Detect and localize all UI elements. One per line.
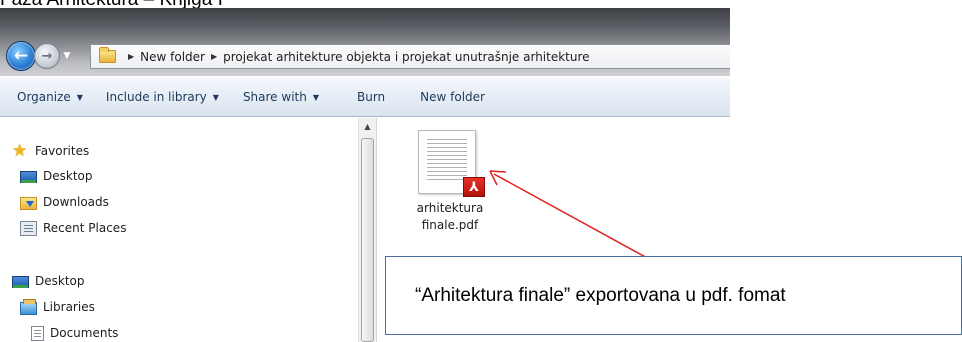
nav-favorites-label: Favorites <box>35 144 90 158</box>
scroll-thumb[interactable] <box>361 138 374 342</box>
recent-pages-dropdown[interactable]: ▼ <box>60 49 74 63</box>
breadcrumb-arrow-icon[interactable]: ▶ <box>211 52 217 61</box>
document-preview-lines <box>427 139 467 183</box>
nav-desktop-label: Desktop <box>35 274 85 288</box>
forward-arrow-icon: → <box>41 48 53 64</box>
include-in-library-button[interactable]: Include in library ▼ <box>106 90 219 104</box>
star-icon: ★ <box>12 140 28 161</box>
libraries-icon <box>20 298 37 315</box>
nav-desktop[interactable]: Desktop <box>12 272 85 290</box>
file-name-line2: finale.pdf <box>421 218 479 232</box>
downloads-icon <box>20 196 37 210</box>
annotation-callout: “Arhitektura finale” exportovana u pdf. … <box>385 256 962 335</box>
nav-downloads-label: Downloads <box>43 195 109 209</box>
include-in-library-label: Include in library <box>105 90 207 104</box>
breadcrumb-new-folder[interactable]: New folder <box>140 50 205 64</box>
desktop-icon <box>12 275 29 288</box>
organize-label: Organize <box>17 90 71 104</box>
breadcrumb-arrow-icon[interactable]: ▶ <box>128 52 134 61</box>
organize-button[interactable]: Organize ▼ <box>17 90 83 104</box>
nav-recent-places[interactable]: Recent Places <box>20 219 126 237</box>
navigation-pane: ★ Favorites Desktop Downloads Recent Plac… <box>0 118 357 342</box>
address-bar-area: ← → ▼ ▶ New folder ▶ projekat arhitektur… <box>0 8 730 76</box>
recent-places-icon <box>20 220 37 236</box>
chevron-down-icon: ▼ <box>63 51 71 61</box>
forward-button[interactable]: → <box>34 43 60 69</box>
back-arrow-icon: ← <box>13 45 29 66</box>
folder-icon <box>99 47 116 63</box>
nav-desktop-favorite-label: Desktop <box>43 169 93 183</box>
nav-libraries-label: Libraries <box>43 300 95 314</box>
new-folder-button[interactable]: New folder <box>420 90 485 104</box>
address-box[interactable]: ▶ New folder ▶ projekat arhitekture obje… <box>90 44 730 69</box>
documents-icon <box>31 325 44 341</box>
back-button[interactable]: ← <box>6 41 36 71</box>
share-with-label: Share with <box>242 90 307 104</box>
nav-downloads[interactable]: Downloads <box>20 193 109 211</box>
file-name-line1: arhitektura <box>416 201 484 215</box>
nav-documents[interactable]: Documents <box>31 324 118 342</box>
chevron-down-icon: ▼ <box>312 92 319 102</box>
chevron-down-icon: ▼ <box>212 92 219 102</box>
pdf-icon: ⅄ <box>463 177 485 197</box>
nav-documents-label: Documents <box>50 326 119 340</box>
share-with-button[interactable]: Share with ▼ <box>243 90 319 104</box>
burn-button[interactable]: Burn <box>357 90 385 104</box>
breadcrumb-current-folder[interactable]: projekat arhitekture objekta i projekat … <box>223 50 589 64</box>
pane-divider[interactable] <box>376 118 377 342</box>
nav-pane-scrollbar[interactable]: ▲ <box>358 118 376 342</box>
file-name: arhitektura finale.pdf <box>404 200 496 234</box>
pdf-thumbnail: ⅄ <box>418 130 485 197</box>
callout-text: “Arhitektura finale” exportovana u pdf. … <box>415 284 786 306</box>
nav-recent-places-label: Recent Places <box>43 221 127 235</box>
nav-libraries[interactable]: Libraries <box>20 298 95 316</box>
pdf-badge-glyph: ⅄ <box>469 179 479 195</box>
nav-desktop-favorite[interactable]: Desktop <box>20 167 93 185</box>
scroll-up-arrow-icon[interactable]: ▲ <box>359 118 376 135</box>
command-bar: Organize ▼ Include in library ▼ Share with… <box>0 78 730 117</box>
desktop-icon <box>20 170 37 183</box>
file-item-pdf[interactable]: ⅄ arhitektura finale.pdf <box>404 128 496 243</box>
nav-favorites[interactable]: ★ Favorites <box>12 142 89 160</box>
chevron-down-icon: ▼ <box>76 92 83 102</box>
